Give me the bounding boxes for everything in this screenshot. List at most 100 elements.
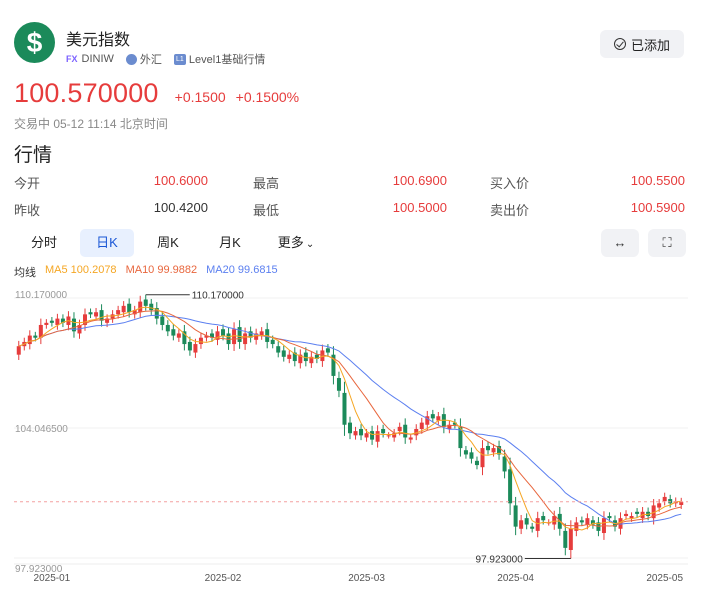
candle-body bbox=[325, 348, 330, 353]
fullscreen-icon[interactable]: ⛶ bbox=[648, 229, 686, 257]
x-tick-label: 2025-03 bbox=[348, 573, 385, 584]
low-label: 最低 bbox=[253, 203, 280, 218]
bid-value: 100.5500 bbox=[630, 173, 685, 188]
candle-body bbox=[342, 392, 347, 425]
added-button-label: 已添加 bbox=[630, 37, 670, 53]
prev-close-label: 昨收 bbox=[14, 203, 41, 218]
instrument-title: 美元指数 bbox=[66, 32, 131, 49]
globe-icon bbox=[125, 53, 137, 65]
candle-body bbox=[668, 499, 673, 504]
level-label: Level1基础行情 bbox=[188, 54, 266, 66]
tab-weekly-k[interactable]: 周K bbox=[142, 229, 194, 257]
candle-body bbox=[657, 503, 662, 508]
candle-body bbox=[281, 350, 286, 357]
candle-body bbox=[436, 416, 441, 421]
candle-body bbox=[33, 335, 38, 338]
candle-body bbox=[530, 526, 535, 529]
ticker-code: DINIW bbox=[81, 53, 114, 65]
candle-body bbox=[94, 312, 99, 317]
candle-body bbox=[221, 329, 226, 336]
candle-body bbox=[336, 378, 341, 391]
candle-body bbox=[480, 448, 485, 468]
horizontal-expand-icon[interactable]: ↔ bbox=[601, 229, 639, 257]
candle-body bbox=[187, 341, 192, 351]
candle-body bbox=[474, 460, 479, 466]
ask-label: 卖出价 bbox=[490, 203, 530, 218]
candle-body bbox=[88, 312, 93, 315]
candle-body bbox=[198, 337, 203, 345]
candle-body bbox=[397, 426, 402, 432]
candle-body bbox=[16, 346, 21, 355]
check-circle-icon bbox=[613, 38, 626, 50]
stats-row-1: 今开 100.6000 最高 100.6900 买入价 100.5500 bbox=[14, 173, 686, 195]
high-value: 100.6900 bbox=[392, 173, 447, 188]
candle-body bbox=[535, 518, 540, 531]
x-tick-label: 2025-04 bbox=[497, 573, 534, 584]
candle-body bbox=[165, 324, 170, 332]
candle-body bbox=[370, 431, 375, 440]
candle-body bbox=[403, 424, 408, 438]
candle-body bbox=[171, 329, 176, 336]
x-tick-label: 2025-02 bbox=[205, 573, 242, 584]
candle-body bbox=[469, 452, 474, 459]
candle-body bbox=[359, 428, 364, 436]
candle-body bbox=[138, 301, 143, 313]
candle-body bbox=[662, 496, 667, 502]
candle-body bbox=[524, 518, 529, 525]
low-value: 100.5000 bbox=[392, 200, 447, 215]
ask-value: 100.5900 bbox=[630, 200, 685, 215]
candle-body bbox=[430, 414, 435, 419]
added-to-watchlist-button[interactable]: 已添加 bbox=[600, 30, 684, 58]
period-tabs: 分时 日K 周K 月K 更多 ⌄ ↔ ⛶ bbox=[14, 229, 686, 259]
candle-body bbox=[408, 437, 413, 440]
fx-badge: FX bbox=[66, 54, 78, 64]
candle-body bbox=[519, 520, 524, 529]
candle-body bbox=[502, 456, 507, 472]
candle-body bbox=[193, 344, 198, 353]
quote-row: 100.570000 +0.1500 +0.1500% bbox=[14, 78, 299, 109]
x-tick-label: 2025-05 bbox=[646, 573, 683, 584]
dollar-logo-icon: $ bbox=[14, 22, 55, 63]
candle-body bbox=[463, 450, 468, 455]
tab-more[interactable]: 更多 ⌄ bbox=[268, 229, 324, 257]
bid-label: 买入价 bbox=[490, 176, 530, 191]
candlestick-chart[interactable]: 110.170000104.04650097.923000110.1700009… bbox=[0, 280, 702, 594]
stats-row-2: 昨收 100.4200 最低 100.5000 卖出价 100.5900 bbox=[14, 200, 686, 222]
candle-body bbox=[270, 339, 275, 345]
y-tick-label: 110.170000 bbox=[15, 290, 68, 301]
candle-body bbox=[629, 516, 634, 519]
ma-legend-title: 均线 bbox=[14, 267, 36, 279]
candle-body bbox=[348, 422, 352, 434]
candle-body bbox=[287, 354, 292, 359]
ma5-value: MA5 100.2078 bbox=[45, 264, 117, 276]
candle-body bbox=[508, 469, 513, 504]
open-label: 今开 bbox=[14, 176, 41, 191]
max-price-label: 110.170000 bbox=[192, 291, 245, 302]
section-title: 行情 bbox=[14, 145, 53, 166]
candle-body bbox=[176, 333, 181, 338]
candle-body bbox=[579, 520, 584, 523]
candle-body bbox=[624, 513, 629, 517]
more-label: 更多 bbox=[277, 235, 304, 250]
tab-intraday[interactable]: 分时 bbox=[18, 229, 70, 257]
tab-monthly-k[interactable]: 月K bbox=[204, 229, 256, 257]
y-tick-label: 104.046500 bbox=[15, 424, 68, 435]
candle-body bbox=[386, 435, 391, 437]
level1-icon: L1 bbox=[173, 53, 186, 65]
price-change: +0.1500 bbox=[174, 89, 226, 105]
tab-daily-k[interactable]: 日K bbox=[80, 229, 134, 257]
candle-body bbox=[116, 310, 121, 315]
market-label: 外汇 bbox=[139, 54, 162, 66]
candle-body bbox=[568, 528, 573, 550]
candle-body bbox=[563, 530, 568, 548]
min-price-label: 97.923000 bbox=[476, 554, 524, 565]
candle-body bbox=[127, 303, 132, 313]
trading-status: 交易中 05-12 11:14 北京时间 bbox=[14, 117, 168, 131]
candle-body bbox=[243, 333, 248, 345]
candle-body bbox=[49, 320, 54, 323]
candle-body bbox=[419, 422, 424, 429]
candle-body bbox=[607, 516, 612, 519]
candle-body bbox=[121, 305, 126, 313]
candle-body bbox=[55, 318, 60, 325]
candle-body bbox=[99, 310, 104, 321]
